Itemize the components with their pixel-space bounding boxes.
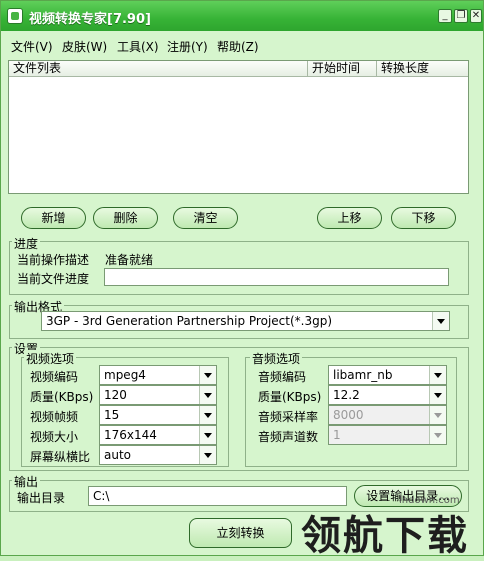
chevron-down-icon: [429, 426, 446, 444]
app-icon: [7, 8, 23, 24]
menu-skin[interactable]: 皮肤(W): [62, 38, 107, 55]
convert-now-button[interactable]: 立刻转换: [189, 518, 292, 548]
video-quality-label: 质量(KBps): [30, 390, 94, 404]
file-progress-bar: [104, 268, 449, 286]
chevron-down-icon[interactable]: [432, 312, 449, 330]
chevron-down-icon[interactable]: [199, 446, 216, 464]
video-size-value: 176x144: [104, 428, 157, 442]
menu-file[interactable]: 文件(V): [11, 38, 53, 55]
output-group-label: 输出: [12, 473, 41, 490]
operation-status: 准备就绪: [105, 253, 154, 267]
minimize-button[interactable]: _: [438, 9, 452, 23]
clear-button[interactable]: 清空: [173, 207, 238, 229]
audio-codec-label: 音频编码: [258, 370, 307, 384]
channels-select: 1: [328, 425, 447, 445]
video-size-select[interactable]: 176x144: [99, 425, 217, 445]
video-codec-select[interactable]: mpeg4: [99, 365, 217, 385]
progress-group-label: 进度: [12, 235, 41, 252]
column-duration[interactable]: 转换长度: [377, 61, 468, 77]
chevron-down-icon: [429, 406, 446, 424]
audio-codec-select[interactable]: libamr_nb: [328, 365, 447, 385]
file-list[interactable]: 文件列表 开始时间 转换长度: [8, 60, 469, 194]
aspect-ratio-select[interactable]: auto: [99, 445, 217, 465]
watermark-text: 领航下载: [301, 513, 469, 559]
column-file-list[interactable]: 文件列表: [9, 61, 308, 77]
move-down-button[interactable]: 下移: [391, 207, 456, 229]
video-quality-select[interactable]: 120: [99, 385, 217, 405]
chevron-down-icon[interactable]: [429, 386, 446, 404]
chevron-down-icon[interactable]: [199, 366, 216, 384]
watermark-logo: lhdown.com 领航下载: [301, 495, 481, 559]
chevron-down-icon[interactable]: [429, 366, 446, 384]
operation-label: 当前操作描述: [17, 253, 90, 267]
video-codec-value: mpeg4: [104, 368, 146, 382]
chevron-down-icon[interactable]: [199, 426, 216, 444]
video-options-label: 视频选项: [24, 350, 77, 367]
output-dir-label: 输出目录: [17, 491, 66, 505]
sample-rate-value: 8000: [333, 408, 364, 422]
delete-button[interactable]: 删除: [93, 207, 158, 229]
window-title: 视频转换专家[7.90]: [29, 12, 151, 27]
audio-quality-label: 质量(KBps): [258, 390, 322, 404]
menu-help[interactable]: 帮助(Z): [217, 38, 259, 55]
video-codec-label: 视频编码: [30, 370, 79, 384]
file-list-header: 文件列表 开始时间 转换长度: [9, 61, 468, 77]
aspect-ratio-label: 屏幕纵横比: [30, 450, 91, 464]
restore-button[interactable]: ❐: [454, 9, 468, 23]
title-bar[interactable]: 视频转换专家[7.90] _ ❐ ✕: [1, 1, 483, 31]
file-progress-label: 当前文件进度: [17, 272, 90, 286]
video-size-label: 视频大小: [30, 430, 79, 444]
chevron-down-icon[interactable]: [199, 406, 216, 424]
output-format-value: 3GP - 3rd Generation Partnership Project…: [46, 314, 333, 328]
channels-label: 音频声道数: [258, 430, 319, 444]
close-button[interactable]: ✕: [470, 9, 482, 23]
menu-tools[interactable]: 工具(X): [117, 38, 159, 55]
sample-rate-label: 音频采样率: [258, 410, 319, 424]
chevron-down-icon[interactable]: [199, 386, 216, 404]
main-window: 视频转换专家[7.90] _ ❐ ✕ 文件(V) 皮肤(W) 工具(X) 注册(…: [0, 0, 484, 559]
add-button[interactable]: 新增: [21, 207, 86, 229]
audio-options-label: 音频选项: [250, 350, 303, 367]
audio-codec-value: libamr_nb: [333, 368, 393, 382]
video-fps-value: 15: [104, 408, 120, 422]
menu-register[interactable]: 注册(Y): [167, 38, 208, 55]
move-up-button[interactable]: 上移: [317, 207, 382, 229]
output-format-select[interactable]: 3GP - 3rd Generation Partnership Project…: [41, 311, 450, 331]
video-fps-label: 视频帧频: [30, 410, 79, 424]
video-fps-select[interactable]: 15: [99, 405, 217, 425]
video-quality-value: 120: [104, 388, 127, 402]
audio-quality-value: 12.2: [333, 388, 360, 402]
sample-rate-select: 8000: [328, 405, 447, 425]
column-start-time[interactable]: 开始时间: [308, 61, 377, 77]
menu-bar: 文件(V) 皮肤(W) 工具(X) 注册(Y) 帮助(Z): [1, 36, 483, 56]
aspect-ratio-value: auto: [104, 448, 132, 462]
channels-value: 1: [333, 428, 341, 442]
audio-quality-select[interactable]: 12.2: [328, 385, 447, 405]
